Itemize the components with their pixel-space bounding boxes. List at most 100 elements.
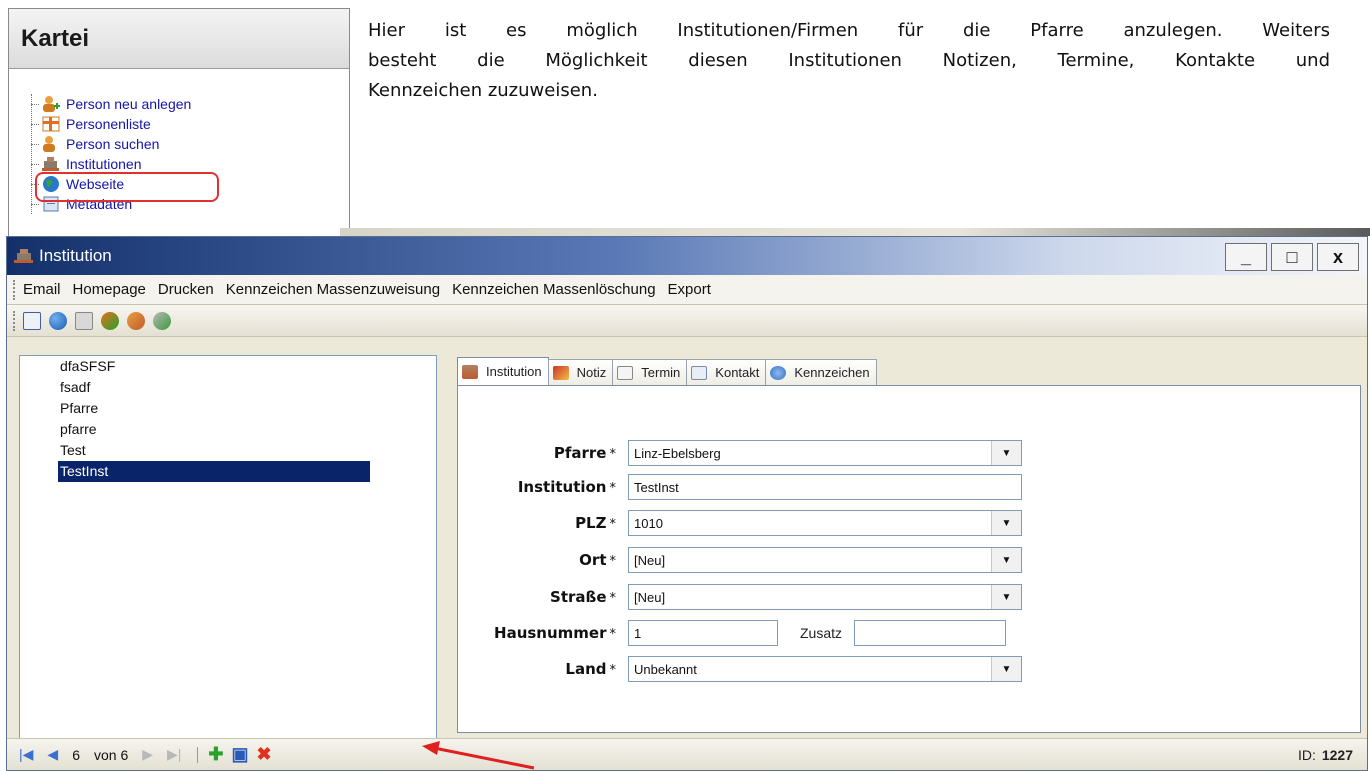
person-add-icon: [41, 95, 61, 113]
institution-icon: [41, 155, 61, 173]
row-pfarre: Pfarre * Linz-Ebelsberg ▼: [458, 440, 1022, 466]
save-icon[interactable]: ▣: [232, 744, 249, 765]
row-ort: Ort * [Neu] ▼: [458, 547, 1022, 573]
background-window-edge: [340, 228, 1370, 236]
title-bar[interactable]: Institution _ □ x: [7, 237, 1367, 275]
minimize-button[interactable]: _: [1225, 243, 1267, 271]
row-hausnummer: Hausnummer * 1 Zusatz: [458, 620, 1007, 646]
tab-strip: Institution Notiz Termin Kontakt Kennzei…: [451, 355, 1367, 385]
plz-select[interactable]: 1010 ▼: [628, 510, 1022, 536]
strasse-label: Straße *: [550, 588, 616, 606]
previous-record-icon[interactable]: ◀: [47, 746, 58, 763]
institution-icon: [462, 364, 478, 379]
institution-window: Institution _ □ x Email Homepage Drucken…: [6, 236, 1368, 771]
institution-field[interactable]: TestInst: [628, 474, 1022, 500]
tab-panel: Institution Notiz Termin Kontakt Kennzei…: [451, 355, 1367, 739]
chevron-down-icon[interactable]: ▼: [991, 441, 1021, 465]
institution-form: Pfarre * Linz-Ebelsberg ▼ Institution * Te…: [457, 385, 1361, 733]
chevron-down-icon[interactable]: ▼: [991, 511, 1021, 535]
toolbar: [7, 305, 1367, 337]
zusatz-field[interactable]: [854, 620, 1007, 646]
tag-assign-icon[interactable]: [101, 311, 119, 330]
row-land: Land * Unbekannt ▼: [458, 656, 1022, 682]
annotation-arrow: [422, 741, 535, 770]
ort-select[interactable]: [Neu] ▼: [628, 547, 1022, 573]
last-record-icon[interactable]: ▶|: [167, 746, 181, 763]
sidebar-item-institutionen[interactable]: Institutionen: [29, 154, 349, 174]
menu-kennzeichen-massenloeschung[interactable]: Kennzeichen Massenlöschung: [452, 281, 655, 298]
window-controls: _ □ x: [1225, 243, 1359, 271]
sidebar-item-label: Person suchen: [66, 136, 160, 152]
grip-handle[interactable]: [13, 279, 17, 300]
sidebar-item-label: Institutionen: [66, 156, 142, 172]
current-page: 6: [72, 746, 80, 763]
menu-kennzeichen-massenzuweisung[interactable]: Kennzeichen Massenzuweisung: [226, 281, 440, 298]
menu-homepage[interactable]: Homepage: [73, 281, 146, 298]
tag-remove-icon[interactable]: [127, 311, 145, 330]
tab-kennzeichen[interactable]: Kennzeichen: [765, 359, 877, 385]
status-bar: |◀ ◀ 6 von 6 ▶ ▶| ✚ ▣ ✖ ID: 1227: [7, 738, 1367, 770]
separator: [197, 746, 199, 763]
maximize-button[interactable]: □: [1271, 243, 1313, 271]
institution-list[interactable]: dfaSFSF fsadf Pfarre pfarre Test TestIns…: [19, 355, 437, 739]
zusatz-label: Zusatz: [800, 625, 843, 641]
list-item[interactable]: dfaSFSF: [20, 356, 436, 377]
row-institution: Institution * TestInst: [458, 474, 1022, 500]
email-icon[interactable]: [23, 311, 41, 330]
menu-export[interactable]: Export: [668, 281, 711, 298]
sidebar-item-person-suchen[interactable]: Person suchen: [29, 134, 349, 154]
hausnummer-label: Hausnummer *: [494, 624, 616, 642]
ort-label: Ort *: [579, 551, 616, 569]
pfarre-label: Pfarre *: [553, 444, 616, 462]
kartei-title: Kartei: [9, 9, 349, 69]
strasse-select[interactable]: [Neu] ▼: [628, 584, 1022, 610]
menu-email[interactable]: Email: [23, 281, 61, 298]
intro-line: besteht die Möglichkeit diesen Instituti…: [368, 50, 1330, 71]
list-item[interactable]: Pfarre: [20, 398, 436, 419]
grip-handle[interactable]: [13, 310, 17, 331]
land-select[interactable]: Unbekannt ▼: [628, 656, 1022, 682]
kartei-panel: Kartei Person neu anlegen Personenliste …: [8, 8, 350, 240]
row-plz: PLZ * 1010 ▼: [458, 510, 1022, 536]
institution-label: Institution *: [517, 478, 616, 496]
content-area: dfaSFSF fsadf Pfarre pfarre Test TestIns…: [7, 337, 1367, 739]
next-record-icon[interactable]: ▶: [142, 746, 153, 763]
star-icon: [770, 365, 787, 380]
menu-drucken[interactable]: Drucken: [158, 281, 214, 298]
sidebar-item-person-neu[interactable]: Person neu anlegen: [29, 94, 349, 114]
add-icon[interactable]: ✚: [208, 744, 223, 765]
chevron-down-icon[interactable]: ▼: [991, 548, 1021, 572]
chevron-down-icon[interactable]: ▼: [991, 585, 1021, 609]
list-item[interactable]: pfarre: [20, 419, 436, 440]
sidebar-item-label: Personenliste: [66, 116, 151, 132]
list-item-selected[interactable]: TestInst: [20, 460, 436, 483]
person-search-icon: [41, 135, 61, 153]
export-icon[interactable]: [153, 311, 171, 330]
note-icon: [552, 365, 569, 380]
window-title: Institution: [39, 246, 112, 265]
row-strasse: Straße * [Neu] ▼: [458, 584, 1022, 610]
sidebar-item-label: Person neu anlegen: [66, 96, 192, 112]
menu-bar: Email Homepage Drucken Kennzeichen Masse…: [7, 275, 1367, 305]
sidebar-item-personenliste[interactable]: Personenliste: [29, 114, 349, 134]
land-label: Land *: [565, 660, 616, 678]
pfarre-select[interactable]: Linz-Ebelsberg ▼: [628, 440, 1022, 466]
print-icon[interactable]: [75, 311, 93, 330]
list-item[interactable]: fsadf: [20, 377, 436, 398]
chevron-down-icon[interactable]: ▼: [991, 657, 1021, 681]
tab-termin[interactable]: Termin: [612, 359, 688, 385]
hausnummer-field[interactable]: 1: [628, 620, 778, 646]
list-icon: [41, 115, 61, 133]
close-button[interactable]: x: [1317, 243, 1359, 271]
tab-institution[interactable]: Institution: [457, 357, 549, 385]
tab-kontakt[interactable]: Kontakt: [686, 359, 767, 385]
list-item[interactable]: Test: [20, 440, 436, 461]
first-record-icon[interactable]: |◀: [19, 746, 33, 763]
tab-notiz[interactable]: Notiz: [547, 359, 614, 385]
page-count: von 6: [93, 746, 129, 763]
institution-icon: [13, 247, 35, 265]
globe-icon[interactable]: [49, 311, 67, 330]
delete-icon[interactable]: ✖: [257, 744, 272, 765]
plz-label: PLZ *: [575, 514, 616, 532]
record-id: ID: 1227: [1297, 747, 1353, 763]
